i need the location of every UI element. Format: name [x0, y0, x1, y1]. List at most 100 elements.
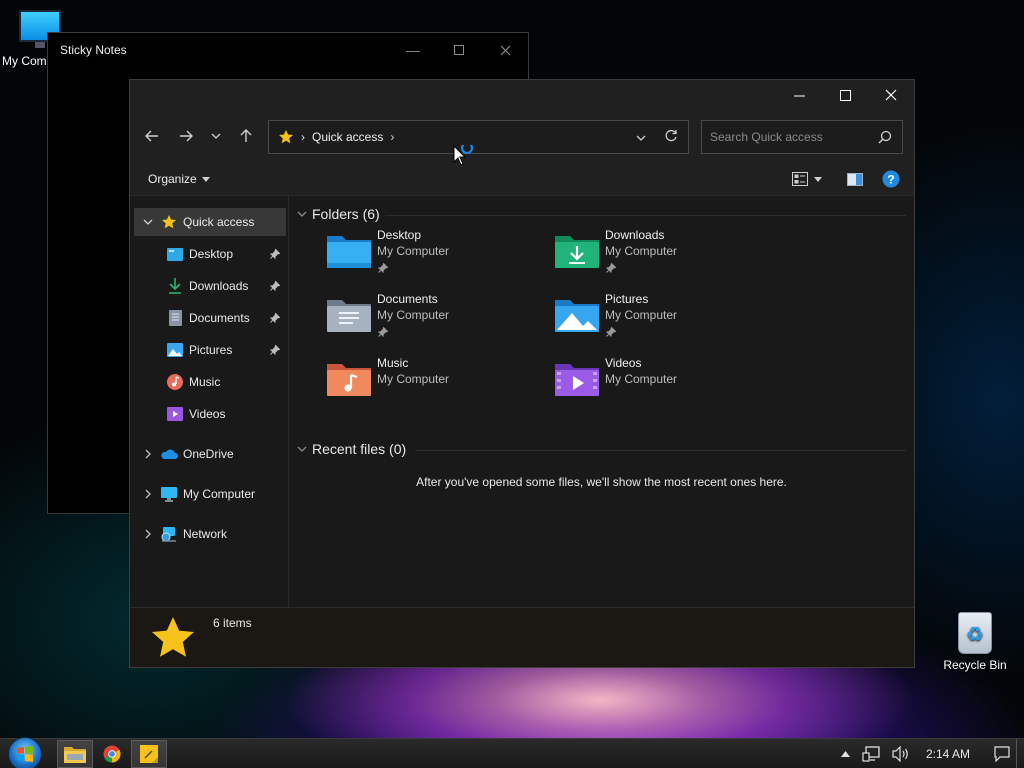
folder-location: My Computer	[377, 244, 450, 258]
taskbar-file-explorer[interactable]	[57, 740, 93, 768]
network-status-icon[interactable]	[862, 746, 880, 762]
nav-item-quick-access[interactable]: Quick access	[134, 208, 286, 236]
preview-pane-button[interactable]	[847, 168, 863, 190]
folder-tile-desktop[interactable]: Desktop My Computer	[327, 226, 547, 282]
content-pane: Folders (6) Desktop My Computer Download…	[289, 196, 914, 609]
pictures-icon	[166, 342, 184, 358]
taskbar-chrome[interactable]	[94, 740, 130, 768]
notification-center-icon[interactable]	[994, 746, 1010, 762]
nav-item-label: Desktop	[189, 247, 234, 261]
nav-item-network[interactable]: Network	[134, 520, 286, 548]
maximize-icon	[839, 89, 851, 101]
search-input[interactable]	[702, 121, 872, 153]
chevron-right-icon[interactable]	[140, 529, 156, 539]
title-bar[interactable]	[130, 80, 914, 112]
show-desktop-button[interactable]	[1016, 739, 1024, 768]
close-button[interactable]	[868, 80, 914, 110]
nav-item-desktop[interactable]: Desktop	[134, 240, 286, 268]
folder-tile-downloads[interactable]: Downloads My Computer	[555, 226, 775, 282]
nav-item-pictures[interactable]: Pictures	[134, 336, 286, 364]
nav-item-documents[interactable]: Documents	[134, 304, 286, 332]
nav-item-label: My Computer	[183, 487, 256, 501]
chevron-down-icon[interactable]	[140, 219, 156, 225]
sticky-note-icon	[140, 745, 158, 763]
folders-group-header[interactable]: Folders (6)	[297, 206, 380, 222]
caret-down-icon	[201, 176, 210, 182]
recent-files-group-title: Recent files (0)	[312, 441, 407, 457]
taskbar: 2:14 AM	[0, 737, 1024, 768]
item-count: 6 items	[213, 616, 252, 630]
folder-tile-pictures[interactable]: Pictures My Computer	[555, 290, 775, 346]
details-status-bar: 6 items	[130, 607, 914, 667]
taskbar-clock[interactable]: 2:14 AM	[926, 747, 970, 761]
desktop-icon-recycle-bin[interactable]: Recycle Bin	[938, 612, 1012, 672]
folder-location: My Computer	[377, 372, 450, 386]
folder-name: Downloads	[605, 228, 665, 242]
chevron-right-icon[interactable]	[140, 449, 156, 459]
maximize-button[interactable]	[822, 80, 868, 110]
taskbar-sticky-notes[interactable]	[131, 740, 167, 768]
back-button[interactable]	[140, 124, 164, 148]
folder-tile-music[interactable]: Music My Computer	[327, 354, 547, 410]
arrow-right-icon	[180, 130, 193, 142]
view-tiles-icon	[792, 172, 808, 186]
search-icon[interactable]	[878, 130, 892, 147]
minimize-icon[interactable]: —	[390, 33, 436, 67]
arrow-up-icon	[240, 129, 252, 142]
breadcrumb-quick-access[interactable]: Quick access	[312, 130, 383, 144]
folder-name: Documents	[377, 292, 438, 306]
recent-locations-button[interactable]	[204, 124, 228, 148]
start-button[interactable]	[8, 737, 42, 768]
breadcrumb-chevron-icon[interactable]: ›	[301, 130, 305, 144]
documents-folder-icon	[327, 300, 371, 332]
svg-text:?: ?	[887, 172, 894, 186]
show-hidden-icons-button[interactable]	[840, 751, 850, 757]
maximize-icon[interactable]	[436, 33, 482, 67]
chevron-down-icon	[211, 133, 221, 139]
nav-item-label: Network	[183, 527, 228, 541]
documents-icon	[166, 310, 184, 326]
folder-name: Music	[377, 356, 409, 370]
nav-item-my-computer[interactable]: My Computer	[134, 480, 286, 508]
nav-item-label: Quick access	[183, 215, 255, 229]
chevron-down-icon	[636, 135, 646, 141]
breadcrumb-chevron-icon[interactable]: ›	[390, 130, 394, 144]
navigation-bar: › Quick access ›	[130, 112, 914, 160]
address-history-dropdown[interactable]	[636, 130, 646, 144]
forward-button[interactable]	[174, 124, 198, 148]
up-button[interactable]	[234, 124, 258, 148]
desktop-folder-icon	[166, 246, 184, 262]
caret-down-icon	[814, 176, 822, 182]
group-divider	[415, 450, 906, 451]
nav-item-music[interactable]: Music	[134, 368, 286, 396]
change-view-button[interactable]	[792, 168, 822, 190]
minimize-button[interactable]	[776, 80, 822, 110]
pin-icon	[605, 262, 617, 276]
volume-icon[interactable]	[892, 746, 910, 762]
nav-item-downloads[interactable]: Downloads	[134, 272, 286, 300]
search-box[interactable]	[701, 120, 903, 154]
nav-item-onedrive[interactable]: OneDrive	[134, 440, 286, 468]
nav-item-videos[interactable]: Videos	[134, 400, 286, 428]
folder-tile-videos[interactable]: Videos My Computer	[555, 354, 775, 410]
videos-icon	[166, 406, 184, 422]
sticky-notes-title: Sticky Notes	[60, 43, 127, 57]
pictures-folder-icon	[555, 300, 599, 332]
chevron-right-icon[interactable]	[140, 489, 156, 499]
address-bar[interactable]: › Quick access ›	[268, 120, 689, 154]
folder-tile-documents[interactable]: Documents My Computer	[327, 290, 547, 346]
group-divider	[385, 215, 906, 216]
refresh-button[interactable]	[664, 129, 678, 146]
organize-button[interactable]: Organize	[148, 172, 210, 186]
folder-location: My Computer	[377, 308, 450, 322]
chevron-down-icon	[297, 211, 307, 217]
nav-item-label: Videos	[189, 407, 226, 421]
close-icon[interactable]	[482, 33, 528, 67]
nav-item-label: Pictures	[189, 343, 233, 357]
recent-files-group-header[interactable]: Recent files (0)	[297, 441, 406, 457]
file-explorer-window[interactable]: › Quick access › Organize	[129, 79, 915, 668]
mouse-cursor	[453, 141, 477, 170]
nav-item-label: Documents	[189, 311, 250, 325]
help-icon: ?	[882, 170, 900, 188]
help-button[interactable]: ?	[882, 168, 900, 190]
